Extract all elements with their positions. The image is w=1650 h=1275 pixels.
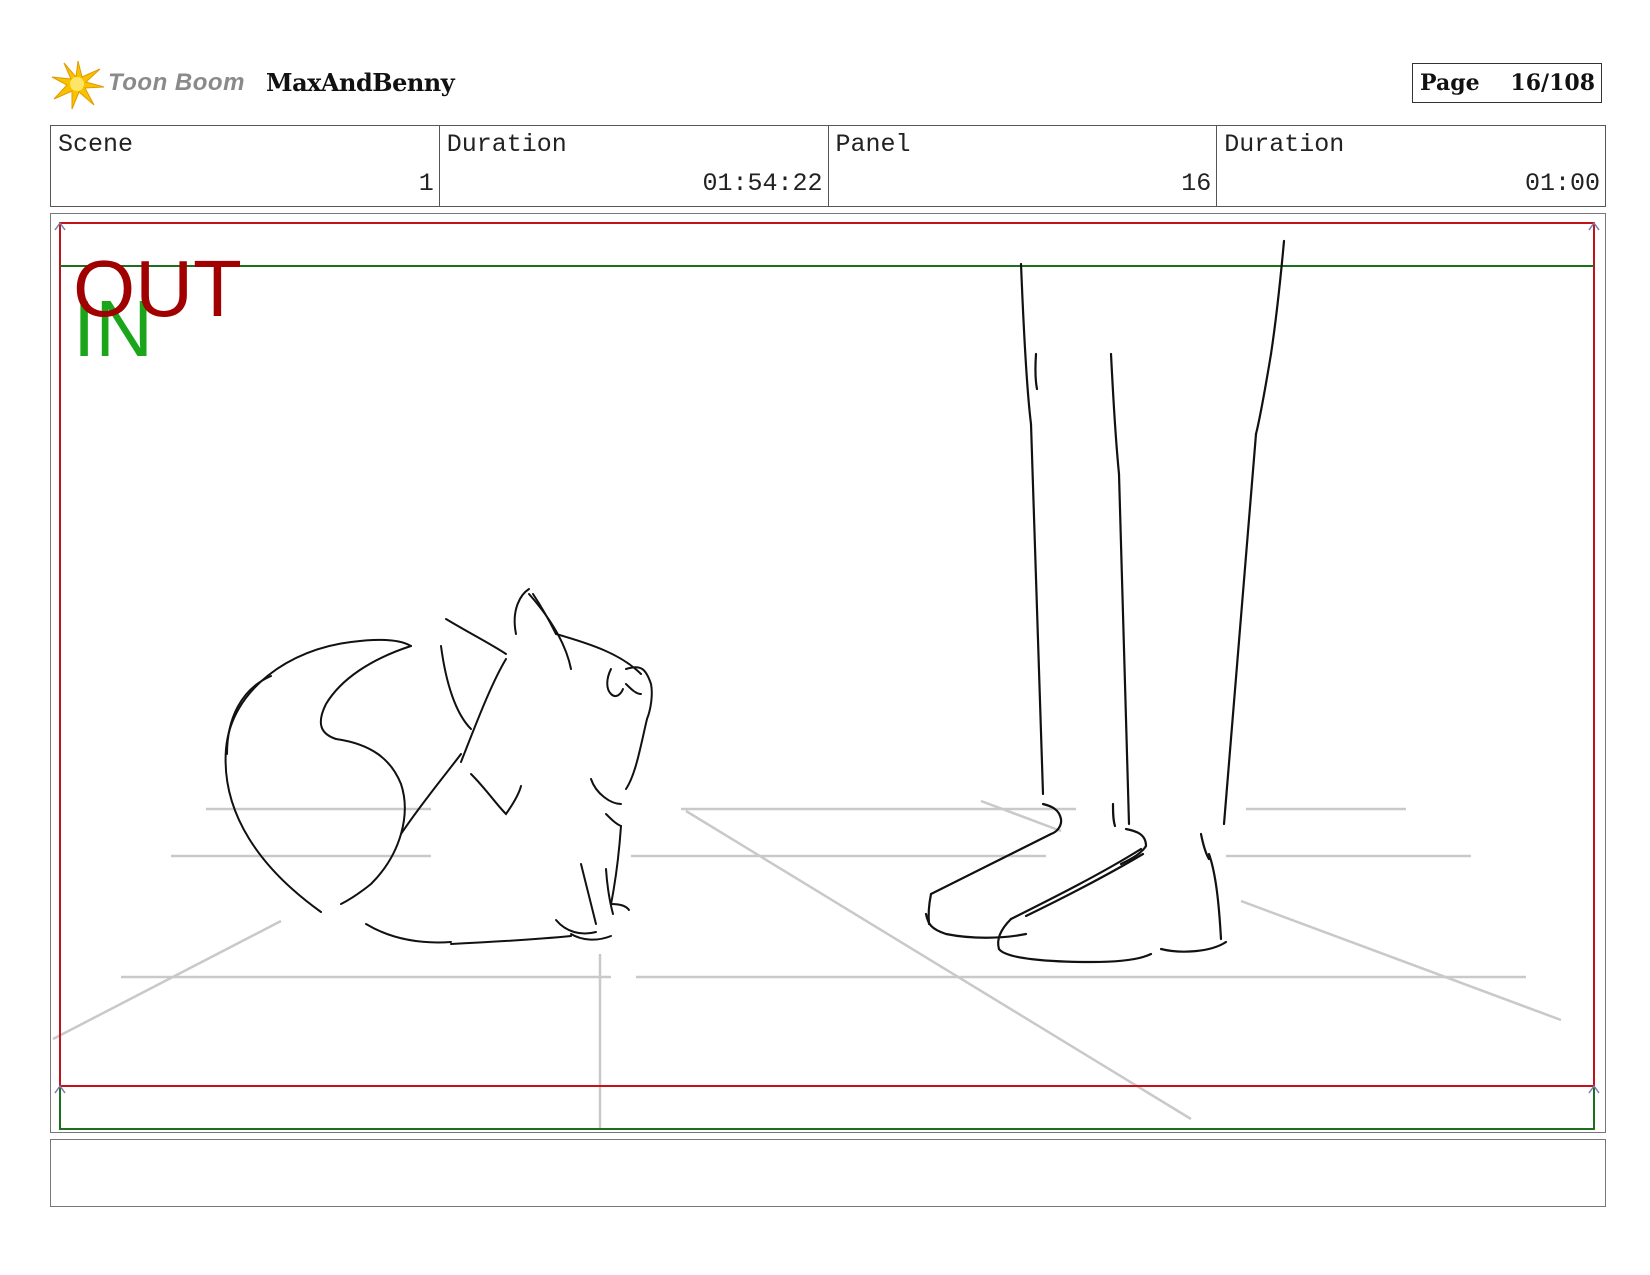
panel-duration-value: 01:00 xyxy=(1524,169,1600,198)
scene-cell: Scene 1 xyxy=(51,126,440,206)
scene-duration-label: Duration xyxy=(446,130,567,159)
cat-sketch xyxy=(224,588,653,945)
storyboard-header: Toon Boom MaxAndBenny Page 16/108 xyxy=(50,55,1606,115)
panel-info-table: Scene 1 Duration 01:54:22 Panel 16 Durat… xyxy=(50,125,1606,207)
page-indicator: Page 16/108 xyxy=(1412,63,1602,103)
logo-text: Toon Boom xyxy=(108,69,245,96)
panel-notes[interactable] xyxy=(50,1139,1606,1207)
in-frame-bottom xyxy=(59,1086,1595,1130)
panel-duration-cell: Duration 01:00 xyxy=(1217,126,1605,206)
panel-value: 16 xyxy=(1181,169,1212,198)
panel-duration-label: Duration xyxy=(1224,130,1345,159)
legs-sketch xyxy=(924,239,1286,964)
panel-cell: Panel 16 xyxy=(829,126,1218,206)
panel-drawing: IN OUT xyxy=(52,221,1600,1130)
scene-value: 1 xyxy=(418,169,434,198)
page-number: 16/108 xyxy=(1510,70,1595,96)
scene-duration-cell: Duration 01:54:22 xyxy=(440,126,829,206)
toon-boom-logo: Toon Boom xyxy=(50,55,250,115)
storyboard-panel[interactable]: IN OUT xyxy=(50,213,1606,1133)
corner-arrows xyxy=(54,221,1600,1094)
starburst-icon xyxy=(51,60,105,110)
panel-label: Panel xyxy=(835,130,911,159)
perspective-guides xyxy=(52,799,1562,1129)
out-label: OUT xyxy=(73,244,242,333)
out-frame xyxy=(59,222,1595,1087)
project-title: MaxAndBenny xyxy=(266,68,455,97)
scene-label: Scene xyxy=(58,130,134,159)
page-label: Page xyxy=(1420,70,1480,96)
scene-duration-value: 01:54:22 xyxy=(702,169,823,198)
